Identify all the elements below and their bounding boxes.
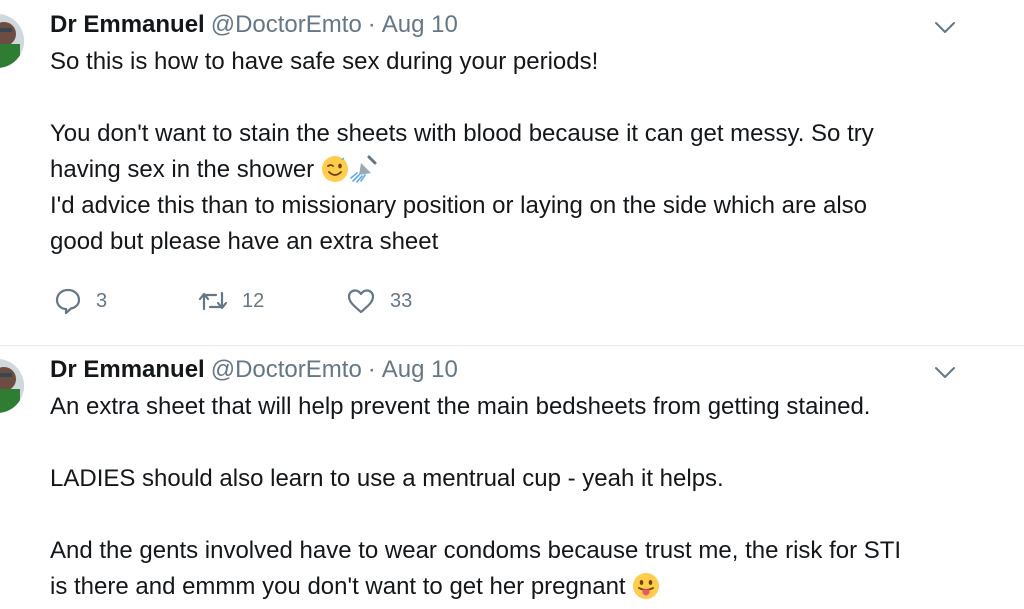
tweet-line: I'd advice this than to missionary posit… (50, 192, 868, 219)
display-name[interactable]: Dr Emmanuel (50, 11, 205, 38)
tweet-date[interactable]: Aug 10 (382, 11, 458, 38)
avatar[interactable] (0, 359, 24, 413)
tweet-line: good but please have an extra sheet (50, 228, 439, 255)
display-name[interactable]: Dr Emmanuel (50, 356, 205, 383)
reply-button[interactable]: 3 (54, 284, 107, 318)
avatar[interactable] (0, 14, 24, 68)
tweet-feed: Dr Emmanuel @DoctorEmto · Aug 10 So this is… (0, 0, 1024, 609)
reply-icon (55, 288, 81, 315)
tweet-header: Dr Emmanuel @DoctorEmto · Aug 10 (50, 10, 458, 40)
chevron-down-icon[interactable] (932, 359, 958, 385)
retweet-button[interactable]: 12 (198, 284, 264, 318)
tweet[interactable]: Dr Emmanuel @DoctorEmto · Aug 10 An extra s… (0, 345, 1024, 609)
tweet-line-with-emoji: having sex in the shower (50, 152, 970, 188)
face-with-tongue-emoji-icon (633, 573, 660, 599)
avatar-image (0, 14, 24, 68)
tweet-line-text: having sex in the shower (50, 156, 315, 183)
tweet[interactable]: Dr Emmanuel @DoctorEmto · Aug 10 So this is… (0, 0, 1024, 346)
tweet-line: LADIES should also learn to use a mentru… (50, 465, 724, 492)
tweet-line-text: is there and emmm you don't want to get … (50, 573, 626, 600)
winking-face-emoji-icon (321, 156, 348, 182)
separator-dot: · (367, 356, 376, 383)
tweet-header: Dr Emmanuel @DoctorEmto · Aug 10 (50, 355, 458, 385)
retweet-count: 12 (242, 289, 265, 312)
like-count: 33 (390, 289, 413, 312)
retweet-icon (198, 291, 228, 311)
tweet-text: So this is how to have safe sex during y… (50, 44, 970, 260)
like-button[interactable]: 33 (346, 284, 412, 318)
tweet-line: And the gents involved have to wear cond… (50, 537, 902, 564)
tweet-text: An extra sheet that will help prevent th… (50, 389, 970, 605)
reply-count: 3 (96, 289, 108, 312)
separator-dot: · (367, 11, 376, 38)
tweet-line: So this is how to have safe sex during y… (50, 48, 599, 75)
shower-emoji-icon (350, 155, 377, 183)
heart-icon (347, 289, 375, 314)
tweet-line-with-emoji: is there and emmm you don't want to get … (50, 569, 970, 605)
tweet-date[interactable]: Aug 10 (382, 356, 458, 383)
tweet-line: An extra sheet that will help prevent th… (50, 393, 871, 420)
avatar-image (0, 359, 24, 413)
user-handle[interactable]: @DoctorEmto (211, 356, 362, 383)
chevron-down-icon[interactable] (932, 14, 958, 40)
user-handle[interactable]: @DoctorEmto (211, 11, 362, 38)
tweet-line: You don't want to stain the sheets with … (50, 120, 874, 147)
